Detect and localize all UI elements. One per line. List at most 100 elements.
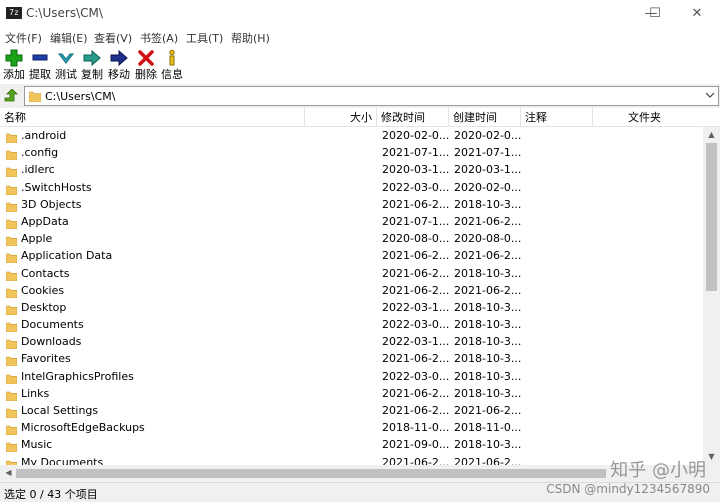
info-button[interactable]: 信息 <box>159 49 185 83</box>
menu-edit[interactable]: 编辑(E) <box>50 30 88 46</box>
table-row[interactable]: Documents 2022-03-0... 2018-10-3... <box>0 316 703 333</box>
file-name: .config <box>21 146 59 160</box>
extract-button[interactable]: 提取 <box>27 49 53 83</box>
chevron-down-icon[interactable] <box>705 90 715 103</box>
folder-icon <box>5 458 18 465</box>
vertical-scroll-thumb[interactable] <box>706 143 717 291</box>
file-name: .android <box>21 129 67 142</box>
file-created: 2020-02-0... <box>454 129 522 142</box>
table-row[interactable]: AppData 2021-07-1... 2021-06-2... <box>0 213 703 230</box>
file-modified: 2021-06-2... <box>382 283 450 297</box>
file-created: 2020-02-0... <box>454 180 522 194</box>
file-rows: .android 2020-02-0... 2020-02-0... .config 2… <box>0 127 703 465</box>
file-name: .SwitchHosts <box>21 180 92 194</box>
file-name: Application Data <box>21 249 113 263</box>
table-row[interactable]: .config 2021-07-1... 2021-07-1... <box>0 144 703 161</box>
column-modified[interactable]: 修改时间 <box>377 108 449 127</box>
file-name: .idlerc <box>21 163 55 177</box>
scroll-up-icon[interactable]: ▲ <box>703 127 720 143</box>
folder-icon <box>28 91 42 105</box>
copy-label: 复制 <box>81 68 103 81</box>
table-row[interactable]: Cookies 2021-06-2... 2021-06-2... <box>0 282 703 299</box>
file-modified: 2022-03-1... <box>382 335 450 349</box>
menu-help[interactable]: 帮助(H) <box>231 30 270 46</box>
table-row[interactable]: MicrosoftEdgeBackups 2018-11-0... 2018-11-… <box>0 419 703 436</box>
folder-icon <box>5 251 18 264</box>
vertical-scrollbar[interactable]: ▲ ▼ <box>703 127 720 465</box>
horizontal-scroll-thumb[interactable] <box>16 469 606 478</box>
table-row[interactable]: Music 2021-09-0... 2018-10-3... <box>0 436 703 453</box>
file-modified: 2021-06-2... <box>382 455 450 465</box>
folder-icon <box>5 269 18 281</box>
file-name: My Documents <box>21 455 104 465</box>
table-row[interactable]: Application Data 2021-06-2... 2021-06-2... <box>0 247 703 264</box>
file-name: 3D Objects <box>21 197 82 211</box>
address-input[interactable]: C:\Users\CM\ <box>24 86 719 106</box>
column-name[interactable]: 名称 <box>0 108 305 127</box>
test-button[interactable]: 测试 <box>53 49 79 83</box>
delete-x-icon <box>133 49 159 69</box>
info-icon <box>159 49 185 69</box>
table-row[interactable]: Contacts 2021-06-2... 2018-10-3... <box>0 265 703 282</box>
file-name: Apple <box>21 232 53 246</box>
copy-button[interactable]: 复制 <box>79 49 105 83</box>
column-created[interactable]: 创建时间 <box>449 108 521 127</box>
file-created: 2021-07-1... <box>454 146 522 160</box>
table-row[interactable]: Desktop 2022-03-1... 2018-10-3... <box>0 299 703 316</box>
list-header: 名称 大小 修改时间 创建时间 注释 文件夹 <box>0 108 720 127</box>
folder-icon <box>5 131 18 144</box>
menu-bar: 文件(F) 编辑(E) 查看(V) 书签(A) 工具(T) 帮助(H) <box>0 28 720 46</box>
toolbar: 添加 提取 测试 复制 移动 删除 信息 <box>0 46 720 84</box>
table-row[interactable]: Downloads 2022-03-1... 2018-10-3... <box>0 333 703 350</box>
app-icon: 7z <box>6 7 22 19</box>
table-row[interactable]: IntelGraphicsProfiles 2022-03-0... 2018-10… <box>0 368 703 385</box>
column-folders[interactable]: 文件夹 <box>593 108 665 127</box>
file-created: 2018-10-3... <box>454 386 522 400</box>
extract-label: 提取 <box>29 68 51 81</box>
table-row[interactable]: .android 2020-02-0... 2020-02-0... <box>0 127 703 144</box>
folder-icon <box>5 406 18 419</box>
table-row[interactable]: .idlerc 2020-03-1... 2020-03-1... <box>0 161 703 178</box>
file-created: 2018-10-3... <box>454 266 522 280</box>
file-name: AppData <box>21 214 69 228</box>
file-name: IntelGraphicsProfiles <box>21 369 134 383</box>
move-arrow-icon <box>106 49 132 69</box>
menu-view[interactable]: 查看(V) <box>94 30 132 46</box>
table-row[interactable]: Apple 2020-08-0... 2020-08-0... <box>0 230 703 247</box>
menu-bookmarks[interactable]: 书签(A) <box>140 30 178 46</box>
file-modified: 2020-02-0... <box>382 129 450 142</box>
menu-tools[interactable]: 工具(T) <box>186 30 223 46</box>
file-name: Documents <box>21 318 84 332</box>
file-modified: 2022-03-1... <box>382 300 450 314</box>
table-row[interactable]: Links 2021-06-2... 2018-10-3... <box>0 385 703 402</box>
folder-icon <box>5 337 18 350</box>
maximize-button[interactable]: ☐ <box>632 0 678 28</box>
folder-icon <box>5 423 18 436</box>
table-row[interactable]: Favorites 2021-06-2... 2018-10-3... <box>0 350 703 367</box>
table-row[interactable]: .SwitchHosts 2022-03-0... 2020-02-0... <box>0 179 703 196</box>
column-size[interactable]: 大小 <box>305 108 377 127</box>
file-name: Local Settings <box>21 404 99 417</box>
file-modified: 2021-06-2... <box>382 404 450 417</box>
move-button[interactable]: 移动 <box>106 49 132 83</box>
test-label: 测试 <box>55 68 77 81</box>
scroll-left-icon[interactable]: ◀ <box>0 465 17 481</box>
add-button[interactable]: 添加 <box>1 49 27 83</box>
file-modified: 2021-07-1... <box>382 146 450 160</box>
file-modified: 2020-08-0... <box>382 232 450 246</box>
close-button[interactable]: ✕ <box>674 0 720 28</box>
file-name: Links <box>21 386 50 400</box>
file-created: 2018-10-3... <box>454 369 522 383</box>
file-list[interactable]: 名称 大小 修改时间 创建时间 注释 文件夹 .android 2020-02-0… <box>0 108 720 465</box>
menu-file[interactable]: 文件(F) <box>5 30 42 46</box>
file-created: 2018-10-3... <box>454 335 522 349</box>
folder-icon <box>5 320 18 333</box>
info-label: 信息 <box>161 68 183 81</box>
file-created: 2018-11-0... <box>454 421 522 435</box>
table-row[interactable]: My Documents 2021-06-2... 2021-06-2... <box>0 454 703 465</box>
table-row[interactable]: 3D Objects 2021-06-2... 2018-10-3... <box>0 196 703 213</box>
column-comment[interactable]: 注释 <box>521 108 593 127</box>
delete-button[interactable]: 删除 <box>133 49 159 83</box>
up-folder-icon[interactable] <box>3 88 19 103</box>
table-row[interactable]: Local Settings 2021-06-2... 2021-06-2... <box>0 402 703 419</box>
